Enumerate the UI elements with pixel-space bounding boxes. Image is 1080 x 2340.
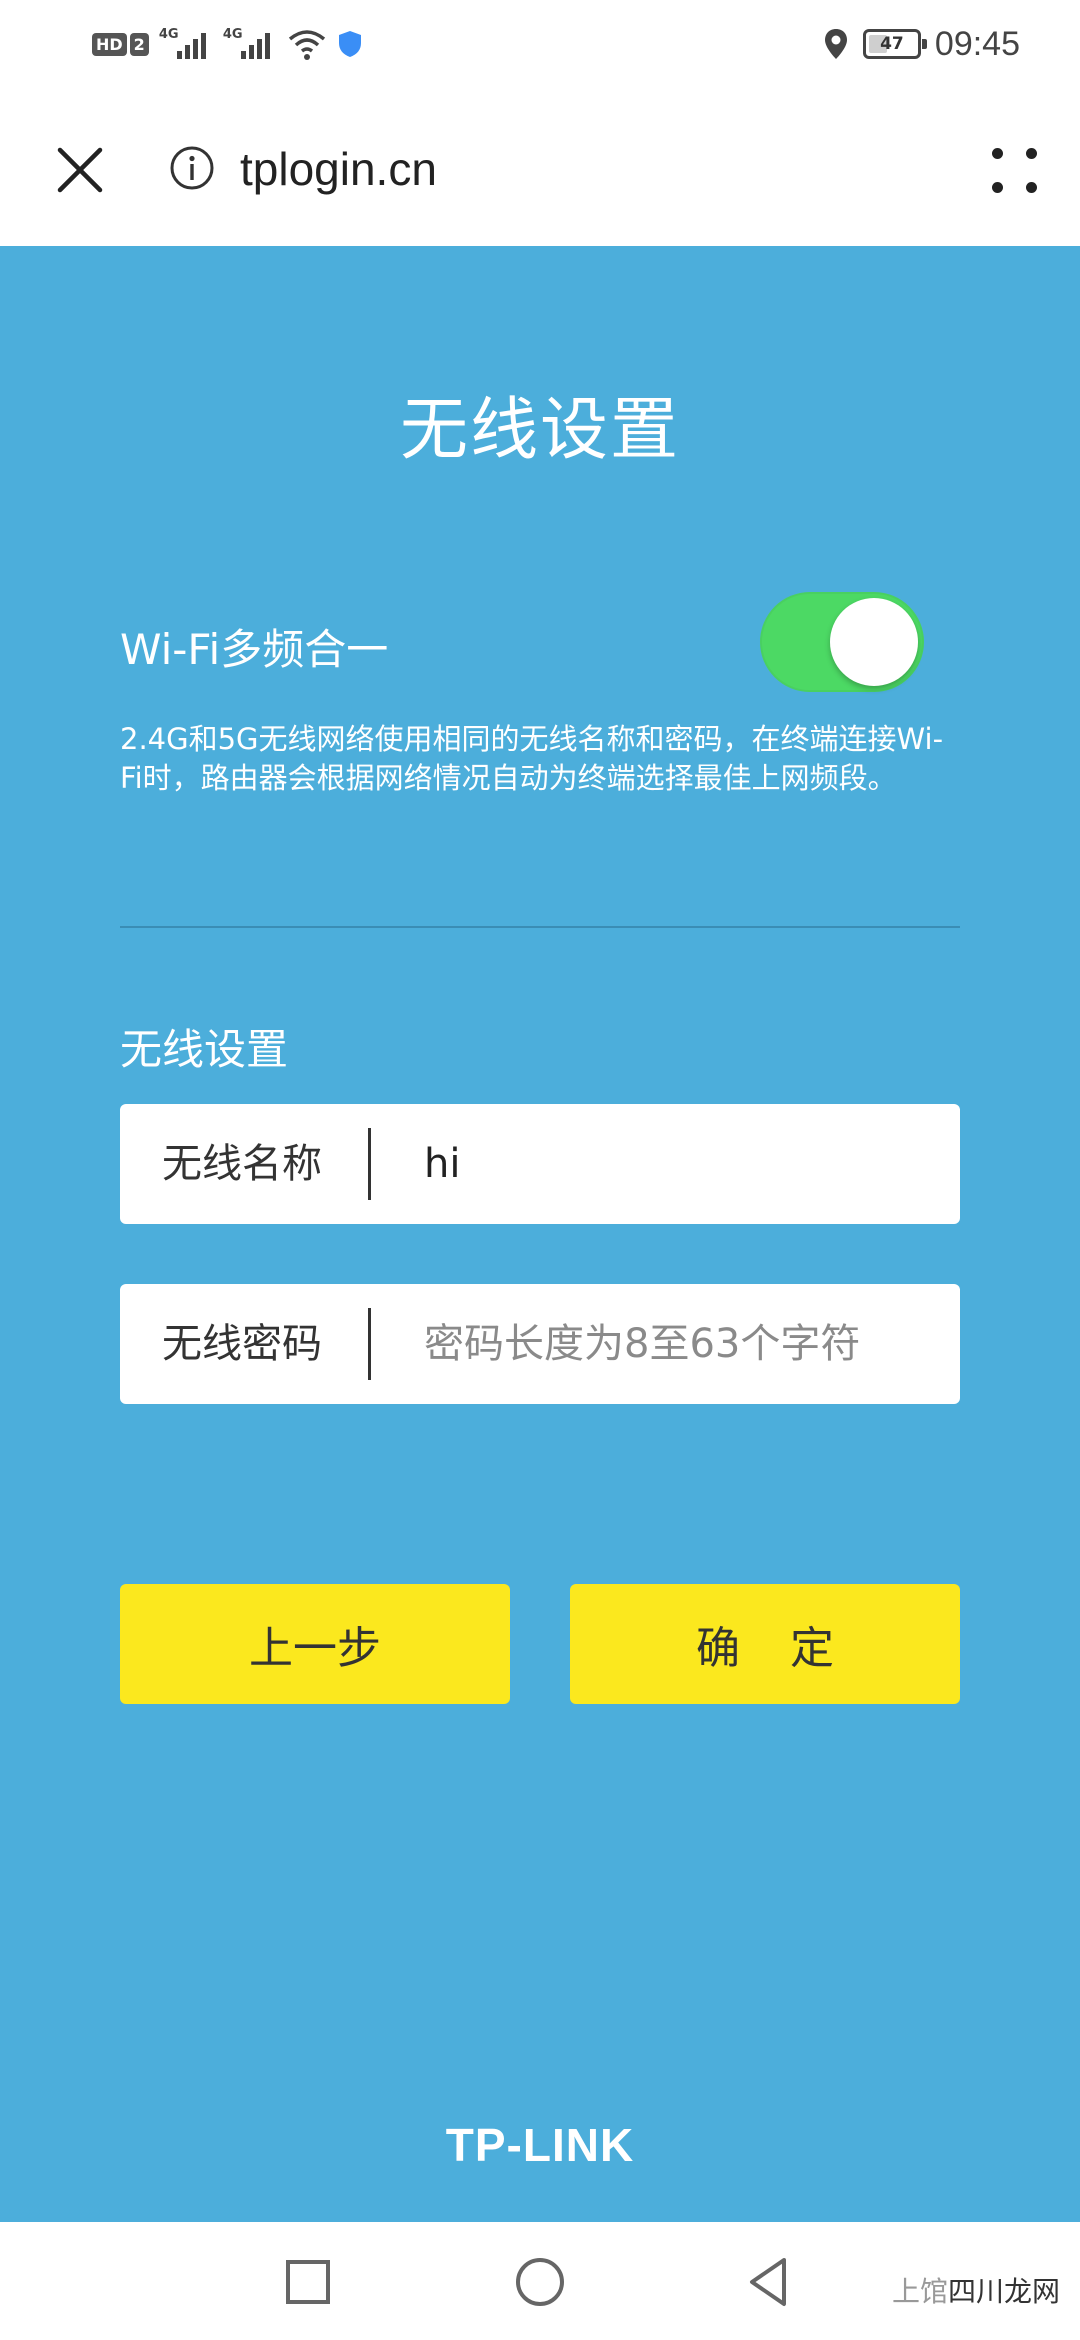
hd-label: HD xyxy=(92,32,127,56)
home-icon[interactable] xyxy=(510,2252,570,2312)
signal-type-label: 4G xyxy=(222,27,243,42)
signal-icon: 4G xyxy=(159,27,213,61)
toggle-knob xyxy=(830,598,918,686)
wifi-icon xyxy=(288,30,325,60)
ssid-field: 无线名称 xyxy=(120,1104,960,1224)
back-icon[interactable] xyxy=(740,2252,800,2312)
wifi-combine-toggle[interactable] xyxy=(760,592,924,692)
password-label: 无线密码 xyxy=(162,1321,322,1367)
field-separator xyxy=(368,1308,371,1380)
watermark: 上馆四川龙网 xyxy=(892,2270,1060,2310)
status-left: HD 2 4G 4G xyxy=(92,24,363,64)
close-icon[interactable] xyxy=(44,134,116,206)
battery-icon: 47 xyxy=(862,29,927,59)
signal-type-label: 4G xyxy=(158,27,179,42)
more-options-icon[interactable] xyxy=(986,140,1050,204)
clock: 09:45 xyxy=(934,24,1020,63)
wireless-settings-page: 无线设置 Wi-Fi多频合一 2.4G和5G无线网络使用相同的无线名称和密码，在… xyxy=(0,246,1080,2222)
hd-indicator: HD 2 xyxy=(92,29,149,59)
tp-link-logo: TP-LINK xyxy=(445,2119,635,2171)
password-field: 无线密码 xyxy=(120,1284,960,1404)
address-bar-url[interactable]: tplogin.cn xyxy=(240,134,437,204)
divider xyxy=(120,926,960,928)
previous-step-button[interactable]: 上一步 xyxy=(120,1584,510,1704)
shield-icon xyxy=(338,31,361,57)
status-right: 47 09:45 xyxy=(823,22,1020,66)
ssid-input[interactable] xyxy=(424,1124,934,1204)
ssid-label: 无线名称 xyxy=(162,1141,322,1187)
hd-sim-label: 2 xyxy=(129,32,149,56)
wifi-combine-label: Wi-Fi多频合一 xyxy=(120,625,389,674)
watermark-b: 四川龙网 xyxy=(947,2275,1060,2308)
system-nav-bar: 上馆四川龙网 xyxy=(0,2222,1080,2340)
section-label: 无线设置 xyxy=(120,1025,289,1074)
watermark-a: 上馆 xyxy=(891,2275,948,2308)
page-title: 无线设置 xyxy=(399,391,680,470)
location-icon xyxy=(824,29,847,59)
recent-apps-icon[interactable] xyxy=(278,2252,338,2312)
battery-percent: 47 xyxy=(880,34,904,54)
wifi-combine-description: 2.4G和5G无线网络使用相同的无线名称和密码，在终端连接Wi-Fi时，路由器会… xyxy=(120,722,944,795)
browser-toolbar: tplogin.cn xyxy=(0,88,1080,246)
info-icon[interactable] xyxy=(168,144,216,192)
confirm-button[interactable]: 确 定 xyxy=(570,1584,960,1704)
signal-icon: 4G xyxy=(223,27,277,61)
field-separator xyxy=(368,1128,371,1200)
password-input[interactable] xyxy=(424,1304,934,1384)
status-bar: HD 2 4G 4G 47 09:45 xyxy=(0,0,1080,88)
